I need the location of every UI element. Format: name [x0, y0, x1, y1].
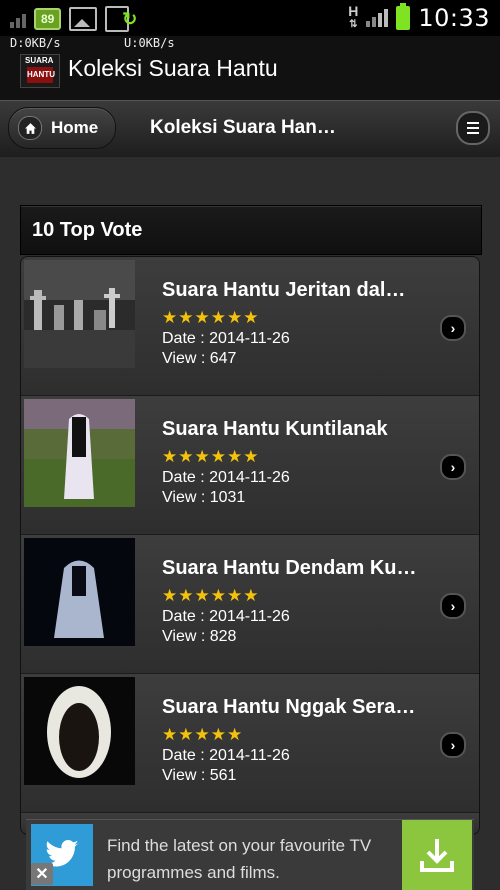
item-title: Suara Hantu Jeritan dal… — [162, 279, 406, 301]
item-thumbnail — [24, 399, 135, 507]
section-title: 10 Top Vote — [32, 219, 143, 241]
main-content: 10 Top Vote Suara Hantu Jeritan dal… ★★★… — [0, 157, 500, 889]
sync-icon — [105, 6, 137, 32]
item-date: Date : 2014-11-26 — [162, 469, 290, 486]
item-title: Suara Hantu Kuntilanak — [162, 418, 388, 440]
app-action-bar: D:0KB/s U:0KB/s SUARA HANTU Koleksi Suar… — [0, 36, 500, 100]
download-icon[interactable] — [402, 820, 472, 890]
chevron-right-icon[interactable]: › — [440, 593, 466, 619]
item-views: View : 828 — [162, 628, 237, 645]
download-speed: D:0KB/s — [10, 36, 61, 50]
home-button-label: Home — [51, 118, 99, 137]
app-title: Koleksi Suara Hantu — [68, 55, 278, 81]
item-thumbnail — [24, 538, 135, 646]
battery-icon — [396, 3, 411, 30]
item-rating-stars: ★★★★★★ — [162, 586, 260, 605]
ad-text: Find the latest on your favourite TV pro… — [107, 836, 372, 882]
chevron-right-icon[interactable]: › — [440, 454, 466, 480]
item-title: Suara Hantu Nggak Sera… — [162, 696, 416, 718]
item-thumbnail — [24, 677, 135, 785]
app-icon-top-text: SUARA — [25, 56, 54, 65]
chevron-right-icon[interactable]: › — [440, 315, 466, 341]
list-item[interactable]: Suara Hantu Jeritan dal… ★★★★★★ Date : 2… — [21, 257, 479, 396]
chevron-right-icon[interactable]: › — [440, 732, 466, 758]
network-type-label: H — [348, 3, 359, 19]
status-bar: 89 H ⇅ 10:33 — [0, 0, 500, 36]
top-vote-list: Suara Hantu Jeritan dal… ★★★★★★ Date : 2… — [20, 256, 480, 835]
page-title: Koleksi Suara Han… — [150, 117, 336, 138]
data-arrows-icon: ⇅ — [349, 19, 358, 30]
item-date: Date : 2014-11-26 — [162, 330, 290, 347]
item-views: View : 561 — [162, 767, 237, 784]
ad-banner[interactable]: Find the latest on your favourite TV pro… — [26, 819, 474, 890]
signal-weak-icon — [10, 10, 26, 28]
status-right-icons: H ⇅ 10:33 — [348, 3, 490, 32]
item-rating-stars: ★★★★★★ — [162, 308, 260, 327]
home-icon — [18, 116, 42, 140]
image-icon — [69, 7, 98, 31]
list-item[interactable]: Suara Hantu Nggak Sera… ★★★★★ Date : 201… — [21, 674, 479, 813]
home-button[interactable]: Home — [8, 107, 116, 149]
clock: 10:33 — [418, 4, 490, 32]
page-header: Home Koleksi Suara Han… — [0, 100, 500, 158]
network-type-indicator: H ⇅ — [348, 4, 358, 32]
list-item[interactable]: Suara Hantu Kuntilanak ★★★★★★ Date : 201… — [21, 396, 479, 535]
battery-level-badge: 89 — [34, 8, 62, 30]
item-date: Date : 2014-11-26 — [162, 747, 290, 764]
item-title: Suara Hantu Dendam Ku… — [162, 557, 417, 579]
app-icon-mid-text: HANTU — [27, 67, 55, 83]
item-date: Date : 2014-11-26 — [162, 608, 290, 625]
section-header: 10 Top Vote — [20, 205, 482, 255]
item-rating-stars: ★★★★★★ — [162, 447, 260, 466]
close-icon[interactable]: ✕ — [31, 863, 53, 885]
item-views: View : 1031 — [162, 489, 246, 506]
upload-speed: U:0KB/s — [124, 36, 175, 50]
item-views: View : 647 — [162, 350, 237, 367]
app-icon[interactable]: SUARA HANTU — [20, 54, 60, 88]
item-thumbnail — [24, 260, 135, 368]
menu-icon[interactable] — [456, 111, 490, 145]
item-rating-stars: ★★★★★ — [162, 725, 244, 744]
status-left-icons: 89 — [10, 6, 137, 32]
signal-strength-icon — [366, 9, 389, 27]
list-item[interactable]: Suara Hantu Dendam Ku… ★★★★★★ Date : 201… — [21, 535, 479, 674]
